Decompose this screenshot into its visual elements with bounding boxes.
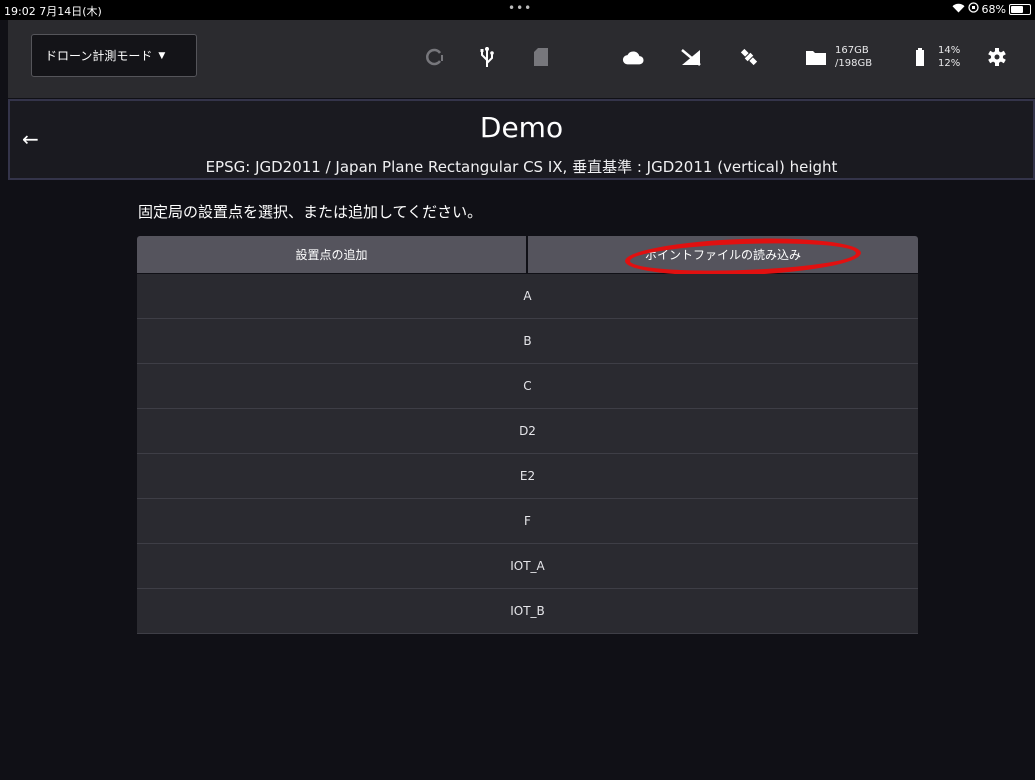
instruction-text: 固定局の設置点を選択、または追加してください。	[138, 203, 483, 221]
load-point-file-label: ポイントファイルの読み込み	[644, 248, 801, 262]
list-item[interactable]: F	[137, 499, 918, 544]
load-point-file-button[interactable]: ポイントファイルの読み込み	[528, 234, 918, 280]
mode-dropdown-label: ドローン計測モード	[45, 49, 153, 63]
usb-icon[interactable]	[476, 46, 498, 68]
multitasking-dots[interactable]: •••	[508, 1, 532, 15]
page-header: ← Demo EPSG: JGD2011 / Japan Plane Recta…	[8, 99, 1035, 180]
storage-readout: 167GB /198GB	[835, 45, 873, 69]
battery-icon	[1009, 3, 1031, 15]
orientation-lock-icon	[967, 2, 979, 16]
cloud-icon[interactable]	[622, 46, 644, 68]
add-point-label: 設置点の追加	[295, 248, 368, 262]
list-item[interactable]: A	[137, 274, 918, 319]
battery-percent: 68%	[981, 2, 1006, 16]
status-bar: 19:02 7月14日(木) ••• 68%	[0, 0, 1035, 20]
status-time: 19:02 7月14日(木)	[4, 5, 102, 18]
satellite-icon[interactable]	[738, 46, 760, 68]
battery-readout: 14% 12%	[938, 45, 961, 69]
add-point-button[interactable]: 設置点の追加	[137, 236, 526, 273]
chevron-down-icon: ▼	[158, 50, 166, 61]
list-item[interactable]: IOT_B	[137, 589, 918, 634]
gear-icon[interactable]	[986, 46, 1008, 68]
list-item[interactable]: C	[137, 364, 918, 409]
sync-alert-icon[interactable]	[424, 46, 446, 68]
wifi-icon	[952, 3, 965, 16]
mode-dropdown[interactable]: ドローン計測モード ▼	[31, 34, 197, 77]
app-toolbar: ドローン計測モード ▼ 167GB /198GB 14% 12%	[8, 20, 1035, 98]
list-item[interactable]: D2	[137, 409, 918, 454]
folder-icon[interactable]	[805, 46, 827, 68]
battery-level-icon	[909, 46, 931, 68]
no-signal-icon[interactable]	[680, 46, 702, 68]
sd-card-icon[interactable]	[530, 46, 552, 68]
list-item[interactable]: B	[137, 319, 918, 364]
list-item[interactable]: E2	[137, 454, 918, 499]
point-list: A B C D2 E2 F IOT_A IOT_B	[137, 274, 918, 634]
list-item[interactable]: IOT_A	[137, 544, 918, 589]
page-title: Demo	[479, 111, 564, 144]
coordinate-system: EPSG: JGD2011 / Japan Plane Rectangular …	[205, 158, 838, 176]
